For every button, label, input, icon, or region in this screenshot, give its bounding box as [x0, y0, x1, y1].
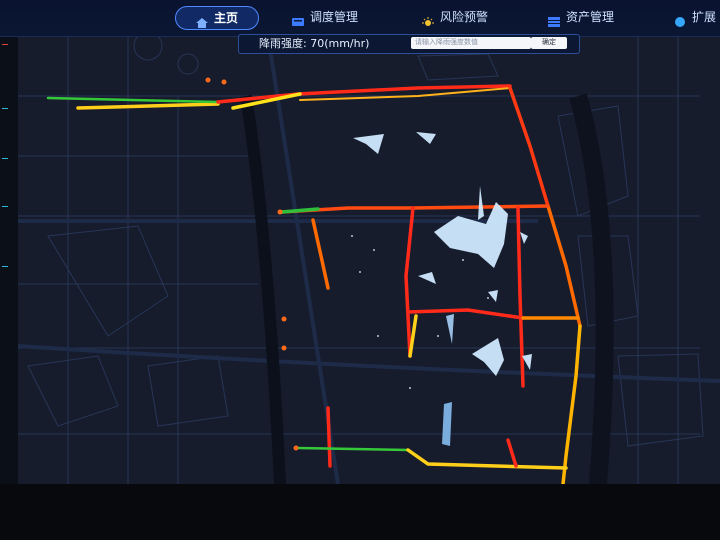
- nav-dispatch-label: 调度管理: [310, 10, 359, 24]
- sensor-point[interactable]: [281, 345, 287, 351]
- risk-road-segment[interactable]: [216, 84, 512, 104]
- edge-marker: [2, 266, 8, 267]
- river: [569, 93, 614, 484]
- flood-pool[interactable]: [353, 134, 384, 154]
- risk-road-segment[interactable]: [506, 438, 518, 468]
- risk-road-segment[interactable]: [326, 406, 332, 468]
- top-navigation-bar: 主页 调度管理 风险预警 资产管理 扩展: [0, 0, 720, 37]
- sensor-point[interactable]: [205, 77, 211, 83]
- edge-marker: [2, 206, 8, 207]
- risk-road-segment[interactable]: [311, 218, 330, 290]
- flood-pool[interactable]: [478, 186, 484, 220]
- nav-dispatch[interactable]: 调度管理: [292, 6, 358, 28]
- risk-road-segment[interactable]: [280, 204, 550, 214]
- nav-home[interactable]: 主页: [175, 6, 259, 30]
- risk-road-segment[interactable]: [406, 448, 568, 470]
- risk-road-segment[interactable]: [46, 96, 220, 104]
- warning-sun-icon: [422, 12, 434, 26]
- nav-extend[interactable]: 扩展: [674, 6, 716, 28]
- confirm-button[interactable]: 确定: [531, 37, 567, 49]
- risk-road-segment[interactable]: [76, 102, 220, 110]
- sensor-point[interactable]: [281, 316, 287, 322]
- left-side-panel-edge: [0, 36, 18, 484]
- edge-marker: [2, 158, 8, 159]
- nav-asset-management[interactable]: 资产管理: [548, 6, 614, 28]
- nav-asset-management-label: 资产管理: [566, 10, 615, 24]
- map-canvas[interactable]: [18, 36, 720, 484]
- flood-pool[interactable]: [416, 132, 436, 144]
- screen-bottom-bezel: [0, 484, 720, 540]
- flood-pool[interactable]: [418, 272, 436, 284]
- risk-road-segment[interactable]: [406, 308, 525, 320]
- edge-marker: [2, 44, 8, 45]
- edge-marker: [2, 108, 8, 109]
- risk-road-segment[interactable]: [508, 86, 550, 208]
- nav-extend-label: 扩展: [692, 10, 717, 24]
- sensor-point[interactable]: [221, 79, 227, 85]
- risk-road-segment[interactable]: [296, 446, 410, 452]
- nav-risk-warning-label: 风险预警: [440, 10, 489, 24]
- home-icon: [195, 13, 208, 28]
- extend-icon: [674, 12, 686, 27]
- nav-home-label: 主页: [213, 11, 238, 25]
- risk-road-segment[interactable]: [546, 204, 582, 328]
- flood-pools: [353, 132, 532, 446]
- flood-pool[interactable]: [446, 314, 454, 344]
- risk-road-segment[interactable]: [561, 324, 582, 484]
- sensor-point[interactable]: [293, 445, 299, 451]
- nav-risk-warning[interactable]: 风险预警: [422, 6, 488, 28]
- flood-pool[interactable]: [488, 290, 498, 302]
- flood-pool[interactable]: [520, 232, 528, 244]
- rainfall-intensity-input[interactable]: [411, 37, 531, 49]
- dispatch-icon: [292, 12, 304, 26]
- flood-pool[interactable]: [434, 202, 508, 268]
- flood-pool[interactable]: [442, 402, 452, 446]
- map-major-roads: [18, 36, 720, 484]
- canal: [240, 95, 286, 484]
- screen: 主页 调度管理 风险预警 资产管理 扩展 降雨强度: 70(mm/hr) 请输入…: [0, 0, 720, 540]
- city-map[interactable]: [18, 36, 720, 484]
- rainfall-intensity-panel: 降雨强度: 70(mm/hr) 确定: [238, 34, 580, 54]
- sensor-point[interactable]: [277, 209, 283, 215]
- asset-icon: [548, 12, 560, 27]
- risk-road-segment[interactable]: [408, 314, 418, 358]
- rainfall-intensity-label: 降雨强度: 70(mm/hr): [259, 37, 370, 50]
